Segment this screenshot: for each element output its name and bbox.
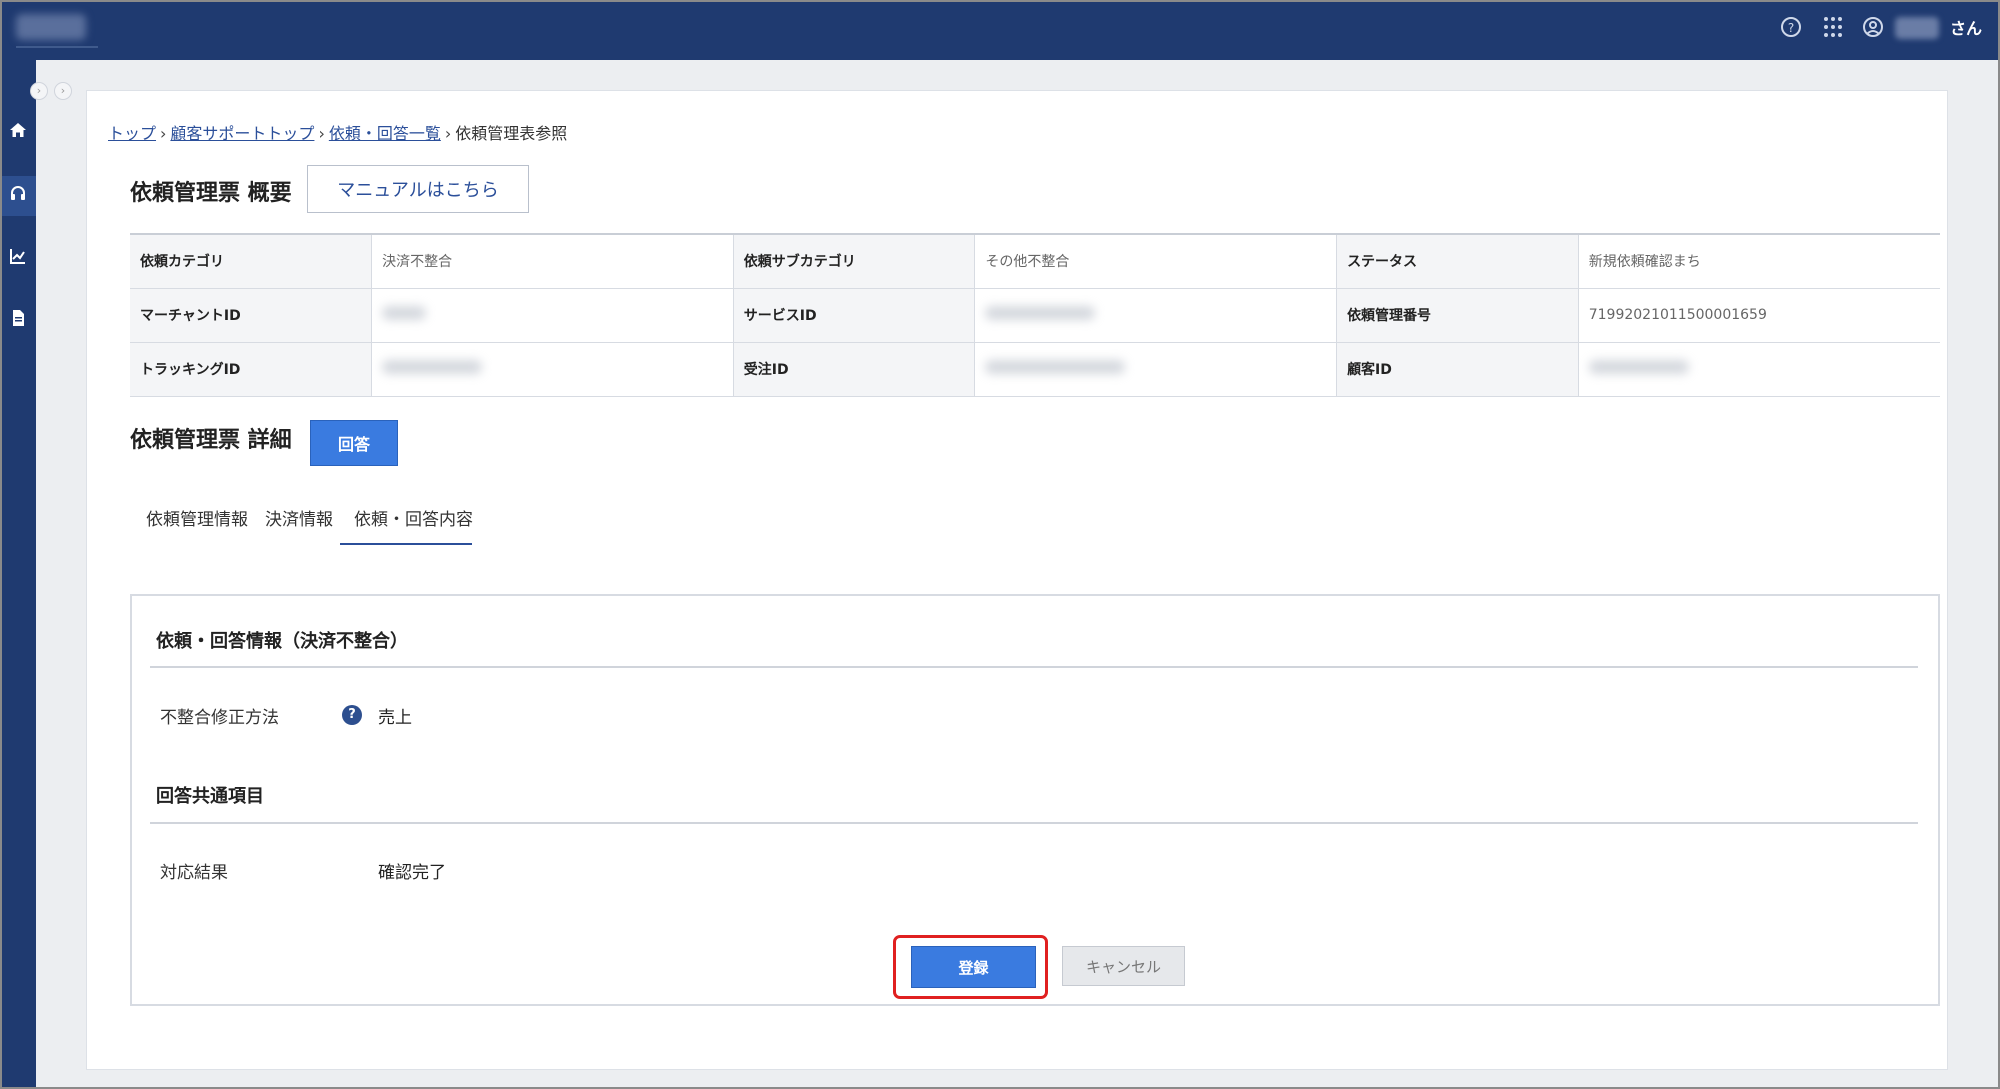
label-tracking-id: トラッキングID: [130, 341, 373, 397]
redacted-value: [985, 306, 1096, 320]
label-order-id: 受注ID: [733, 341, 976, 397]
section-request-reply-info: 依頼・回答情報（決済不整合）: [156, 631, 408, 652]
app-logo[interactable]: [16, 14, 86, 40]
sidebar-item-documents[interactable]: [0, 300, 36, 340]
label-request-number: 依頼管理番号: [1336, 287, 1579, 343]
section-divider: [150, 666, 1918, 668]
breadcrumb-request-list[interactable]: 依頼・回答一覧: [329, 124, 441, 143]
summary-title: 依頼管理票 概要: [130, 181, 292, 206]
user-suffix: さん: [1950, 19, 1983, 38]
redacted-value: [1588, 360, 1689, 374]
tab-request-management-info[interactable]: 依頼管理情報: [146, 505, 248, 530]
apps-grid-icon[interactable]: [1820, 14, 1846, 40]
detail-title: 依頼管理票 詳細: [130, 428, 292, 453]
label-request-subcategory: 依頼サブカテゴリ: [733, 233, 976, 289]
reply-button[interactable]: 回答: [310, 420, 398, 466]
breadcrumb-support-top[interactable]: 顧客サポートトップ: [170, 124, 314, 143]
breadcrumb: トップ › 顧客サポートトップ › 依頼・回答一覧 › 依頼管理表参照: [108, 120, 567, 144]
table-row: 依頼カテゴリ 決済不整合 依頼サブカテゴリ その他不整合 ステータス 新規依頼確…: [130, 233, 1940, 289]
breadcrumb-top[interactable]: トップ: [108, 124, 156, 143]
sidebar-item-home[interactable]: [0, 112, 36, 152]
label-customer-id: 顧客ID: [1336, 341, 1579, 397]
fix-method-value: 売上: [378, 708, 412, 728]
value-service-id: [974, 287, 1338, 343]
value-tracking-id: [371, 341, 734, 397]
label-request-category: 依頼カテゴリ: [130, 233, 373, 289]
home-icon: [9, 121, 27, 144]
question-help-icon[interactable]: ?: [342, 705, 362, 725]
register-button[interactable]: 登録: [911, 946, 1036, 988]
headset-support-icon: [9, 185, 27, 208]
cancel-button[interactable]: キャンセル: [1062, 946, 1185, 986]
help-icon[interactable]: ?: [1778, 14, 1804, 40]
collapse-toggle[interactable]: ›: [30, 82, 48, 100]
summary-table: 依頼カテゴリ 決済不整合 依頼サブカテゴリ その他不整合 ステータス 新規依頼確…: [130, 233, 1940, 397]
value-request-category: 決済不整合: [371, 233, 734, 289]
value-merchant-id: [371, 287, 734, 343]
fix-method-label: 不整合修正方法: [160, 708, 279, 728]
value-request-subcategory: その他不整合: [974, 233, 1338, 289]
top-header: ? さん: [0, 0, 2000, 60]
tab-request-reply-content[interactable]: 依頼・回答内容: [354, 505, 473, 530]
chart-icon: [9, 247, 27, 270]
sidebar-item-support[interactable]: [0, 176, 36, 216]
result-label: 対応結果: [160, 863, 228, 883]
chevron-right-icon: ›: [60, 84, 66, 97]
label-merchant-id: マーチャントID: [130, 287, 373, 343]
manual-button[interactable]: マニュアルはこちら: [307, 165, 529, 213]
document-icon: [9, 309, 27, 332]
breadcrumb-separator: ›: [444, 124, 452, 143]
table-row: トラッキングID 受注ID 顧客ID: [130, 341, 1940, 397]
redacted-value: [985, 360, 1126, 374]
label-status: ステータス: [1336, 233, 1579, 289]
value-status: 新規依頼確認まち: [1578, 233, 1940, 289]
sidebar: [0, 60, 36, 1089]
redacted-value: [382, 306, 427, 320]
chevron-right-icon: ›: [36, 84, 42, 97]
breadcrumb-separator: ›: [160, 124, 167, 143]
breadcrumb-current: 依頼管理表参照: [455, 124, 568, 143]
breadcrumb-separator: ›: [318, 124, 325, 143]
sidebar-item-analytics[interactable]: [0, 238, 36, 278]
label-service-id: サービスID: [733, 287, 976, 343]
user-name-redacted: [1895, 17, 1939, 39]
svg-text:?: ?: [1788, 21, 1794, 35]
value-order-id: [974, 341, 1338, 397]
redacted-value: [382, 360, 483, 374]
value-customer-id: [1578, 341, 1940, 397]
logo-underline: [16, 46, 98, 48]
table-row: マーチャントID サービスID 依頼管理番号 71992021011500001…: [130, 287, 1940, 343]
active-tab-indicator: [340, 543, 472, 545]
tab-payment-info[interactable]: 決済情報: [265, 505, 333, 530]
user-icon[interactable]: [1860, 14, 1886, 40]
section-common-items: 回答共通項目: [156, 786, 264, 807]
result-value: 確認完了: [378, 863, 446, 883]
section-divider: [150, 822, 1918, 824]
expand-toggle[interactable]: ›: [54, 82, 72, 100]
value-request-number: 71992021011500001659: [1578, 287, 1940, 343]
